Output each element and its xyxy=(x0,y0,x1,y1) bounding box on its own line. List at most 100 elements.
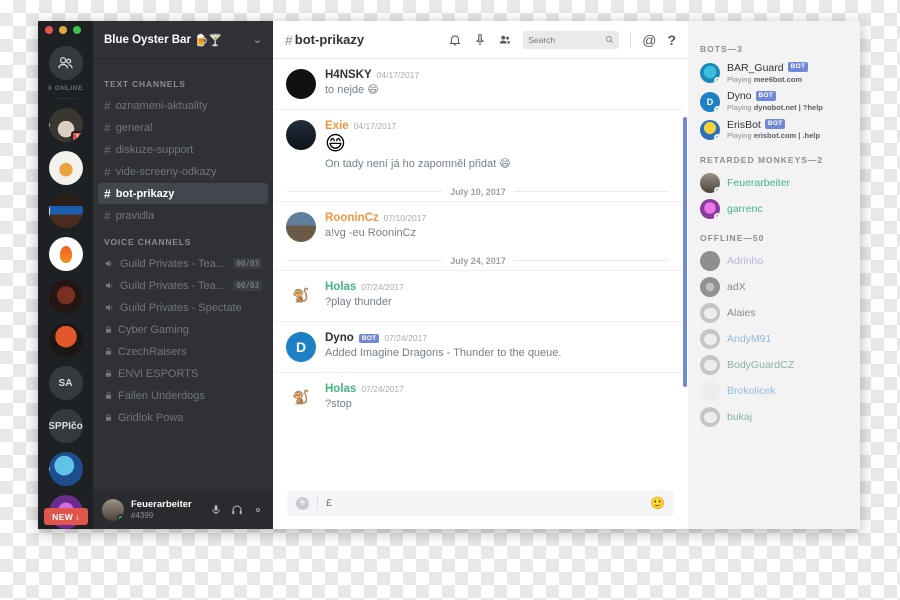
member-row[interactable]: BodyGuardCZ xyxy=(688,352,860,378)
avatar[interactable] xyxy=(286,120,316,150)
message-author[interactable]: Exie xyxy=(325,120,349,132)
text-channel-list: # oznameni-aktuality # general # diskuze-supp… xyxy=(93,95,273,226)
member-row[interactable]: D Dyno BOT Playing dynobot.net | ?help xyxy=(688,87,860,115)
voice-channel-label: Guild Privates - Tea... xyxy=(120,279,225,292)
channel-item-general[interactable]: # general xyxy=(98,117,268,138)
member-row[interactable]: Brokolicek xyxy=(688,378,860,404)
avatar xyxy=(700,199,720,220)
close-icon[interactable] xyxy=(45,26,53,35)
avatar xyxy=(700,119,720,140)
voice-channel-item[interactable]: ENVi ESPORTS xyxy=(98,363,268,384)
avatar[interactable] xyxy=(286,211,316,242)
server-blue-art[interactable] xyxy=(48,452,83,486)
member-row[interactable]: adX xyxy=(688,274,860,300)
member-row[interactable]: AndyM91 xyxy=(688,326,860,352)
members-icon[interactable] xyxy=(498,33,512,47)
composer-inner[interactable]: + £ 🙂 xyxy=(287,490,674,516)
member-row[interactable]: ErisBot BOT Playing erisbot.com | .help xyxy=(688,116,860,144)
voice-channel-item[interactable]: Guild Privates - Spectate xyxy=(98,297,268,318)
member-username: Adrinho xyxy=(727,254,764,267)
voice-channel-item[interactable]: Fallen Underdogs xyxy=(98,385,268,406)
member-name-wrap: bukaj xyxy=(727,411,752,424)
avatar[interactable]: 🐒 xyxy=(286,383,316,413)
message-row: H4NSKY 04/17/2017 to nejde 😄 xyxy=(273,59,683,109)
message-author[interactable]: H4NSKY xyxy=(325,69,372,81)
emoji-picker-icon[interactable]: 🙂 xyxy=(650,496,665,510)
message-body: Dyno BOT 07/24/2017 Added Imagine Dragons -… xyxy=(325,332,669,362)
avatar[interactable] xyxy=(286,69,316,99)
avatar xyxy=(700,173,720,194)
hash-icon: # xyxy=(285,31,293,48)
avatar[interactable] xyxy=(102,499,124,521)
channel-item-bot-prikazy[interactable]: # bot-prikazy xyxy=(98,183,268,204)
server-hat[interactable]: 1 xyxy=(48,108,83,142)
avatar[interactable]: D xyxy=(286,331,316,362)
help-icon[interactable]: ? xyxy=(667,32,676,48)
server-flame[interactable] xyxy=(48,237,83,271)
server-blue-oyster-bar[interactable] xyxy=(48,194,83,228)
search-input[interactable] xyxy=(528,34,603,45)
pin-icon[interactable] xyxy=(473,33,487,47)
member-group-title: RETARDED MONKEYS—2 xyxy=(700,155,824,166)
voice-channel-item[interactable]: Guild Privates - Tea... 00/03 xyxy=(98,253,268,274)
topbar-icons: @ ? xyxy=(448,30,676,49)
channel-label: general xyxy=(115,121,153,134)
avatar[interactable]: 🐒 xyxy=(286,281,316,311)
member-row[interactable]: Alaies xyxy=(688,300,860,326)
message-author[interactable]: RooninCz xyxy=(325,212,379,224)
microphone-icon[interactable] xyxy=(210,504,222,516)
member-row[interactable]: garrenc xyxy=(688,196,860,222)
bot-badge: BOT xyxy=(358,333,380,343)
voice-channels-category[interactable]: VOICE CHANNELS xyxy=(93,227,273,252)
search-icon[interactable] xyxy=(605,35,614,44)
voice-channel-label: Fallen Underdogs xyxy=(118,389,205,402)
home-friends-button[interactable] xyxy=(48,46,83,81)
message-author[interactable]: Dyno xyxy=(325,332,354,344)
scrollbar-thumb[interactable] xyxy=(683,117,687,387)
member-row[interactable]: bukaj xyxy=(688,404,860,430)
server-matrix[interactable] xyxy=(48,323,83,357)
text-channels-category[interactable]: TEXT CHANNELS xyxy=(93,69,273,94)
voice-channel-label: ENVi ESPORTS xyxy=(118,367,199,380)
channel-label: oznameni-aktuality xyxy=(115,99,208,112)
member-row[interactable]: BAR_Guard BOT Playing mee6bot.com xyxy=(688,59,860,87)
voice-channel-item[interactable]: Cyber Gaming xyxy=(98,319,268,340)
server-sa[interactable]: SA xyxy=(48,366,83,400)
channel-item-oznameni-aktuality[interactable]: # oznameni-aktuality xyxy=(98,95,268,116)
search-box[interactable] xyxy=(523,30,620,49)
voice-channel-item[interactable]: CzechRaisers xyxy=(98,341,268,362)
gear-icon[interactable] xyxy=(252,504,264,516)
server-sppico[interactable]: SPPIčo xyxy=(48,409,83,443)
guild-header[interactable]: Blue Oyster Bar 🍺🍸 ⌄ xyxy=(93,21,273,59)
message-header: H4NSKY 04/17/2017 xyxy=(325,69,669,81)
server-dark[interactable] xyxy=(48,280,83,314)
zoom-icon[interactable] xyxy=(73,26,81,35)
main-chat-area: # bot-prikazy Search @ ? H4NSKY 04/17/20… xyxy=(273,21,688,529)
bell-icon[interactable] xyxy=(448,33,462,47)
chat-scrollbar[interactable] xyxy=(683,59,687,481)
add-attachment-button[interactable]: + xyxy=(296,496,309,510)
server-monkey[interactable] xyxy=(48,151,83,185)
new-server-button[interactable]: NEW ↓ xyxy=(44,508,88,525)
channel-item-diskuze-support[interactable]: # diskuze-support xyxy=(98,139,268,160)
mentions-icon[interactable]: @ xyxy=(642,32,656,48)
activity-name: erisbot.com | .help xyxy=(753,131,820,141)
minimize-icon[interactable] xyxy=(59,26,67,35)
channel-label: pravidla xyxy=(115,209,155,222)
member-row[interactable]: Adrinho xyxy=(688,248,860,274)
voice-channel-list: Guild Privates - Tea... 00/03 Guild Privat… xyxy=(93,253,273,428)
voice-channel-item[interactable]: Gridlok Powa xyxy=(98,407,268,428)
channel-item-pravidla[interactable]: # pravidla xyxy=(98,205,268,226)
message-row: Exie 04/17/2017 😄 On tady není já ho zapomn… xyxy=(273,109,683,183)
message-input[interactable]: £ xyxy=(326,497,642,509)
chevron-down-icon[interactable]: ⌄ xyxy=(253,33,262,46)
message-author[interactable]: Holas xyxy=(325,281,356,293)
channel-item-vide-screeny-odkazy[interactable]: # vide-screeny-odkazy xyxy=(98,161,268,182)
message-author[interactable]: Holas xyxy=(325,383,356,395)
server-selection-indicator xyxy=(48,201,50,221)
voice-channel-item[interactable]: Guild Privates - Tea... 00/03 xyxy=(98,275,268,296)
message-text: ?play thunder xyxy=(325,295,392,308)
member-name-wrap: Feuerarbeiter xyxy=(727,177,790,190)
headphones-icon[interactable] xyxy=(231,504,243,516)
member-row[interactable]: Feuerarbeiter xyxy=(688,170,860,196)
